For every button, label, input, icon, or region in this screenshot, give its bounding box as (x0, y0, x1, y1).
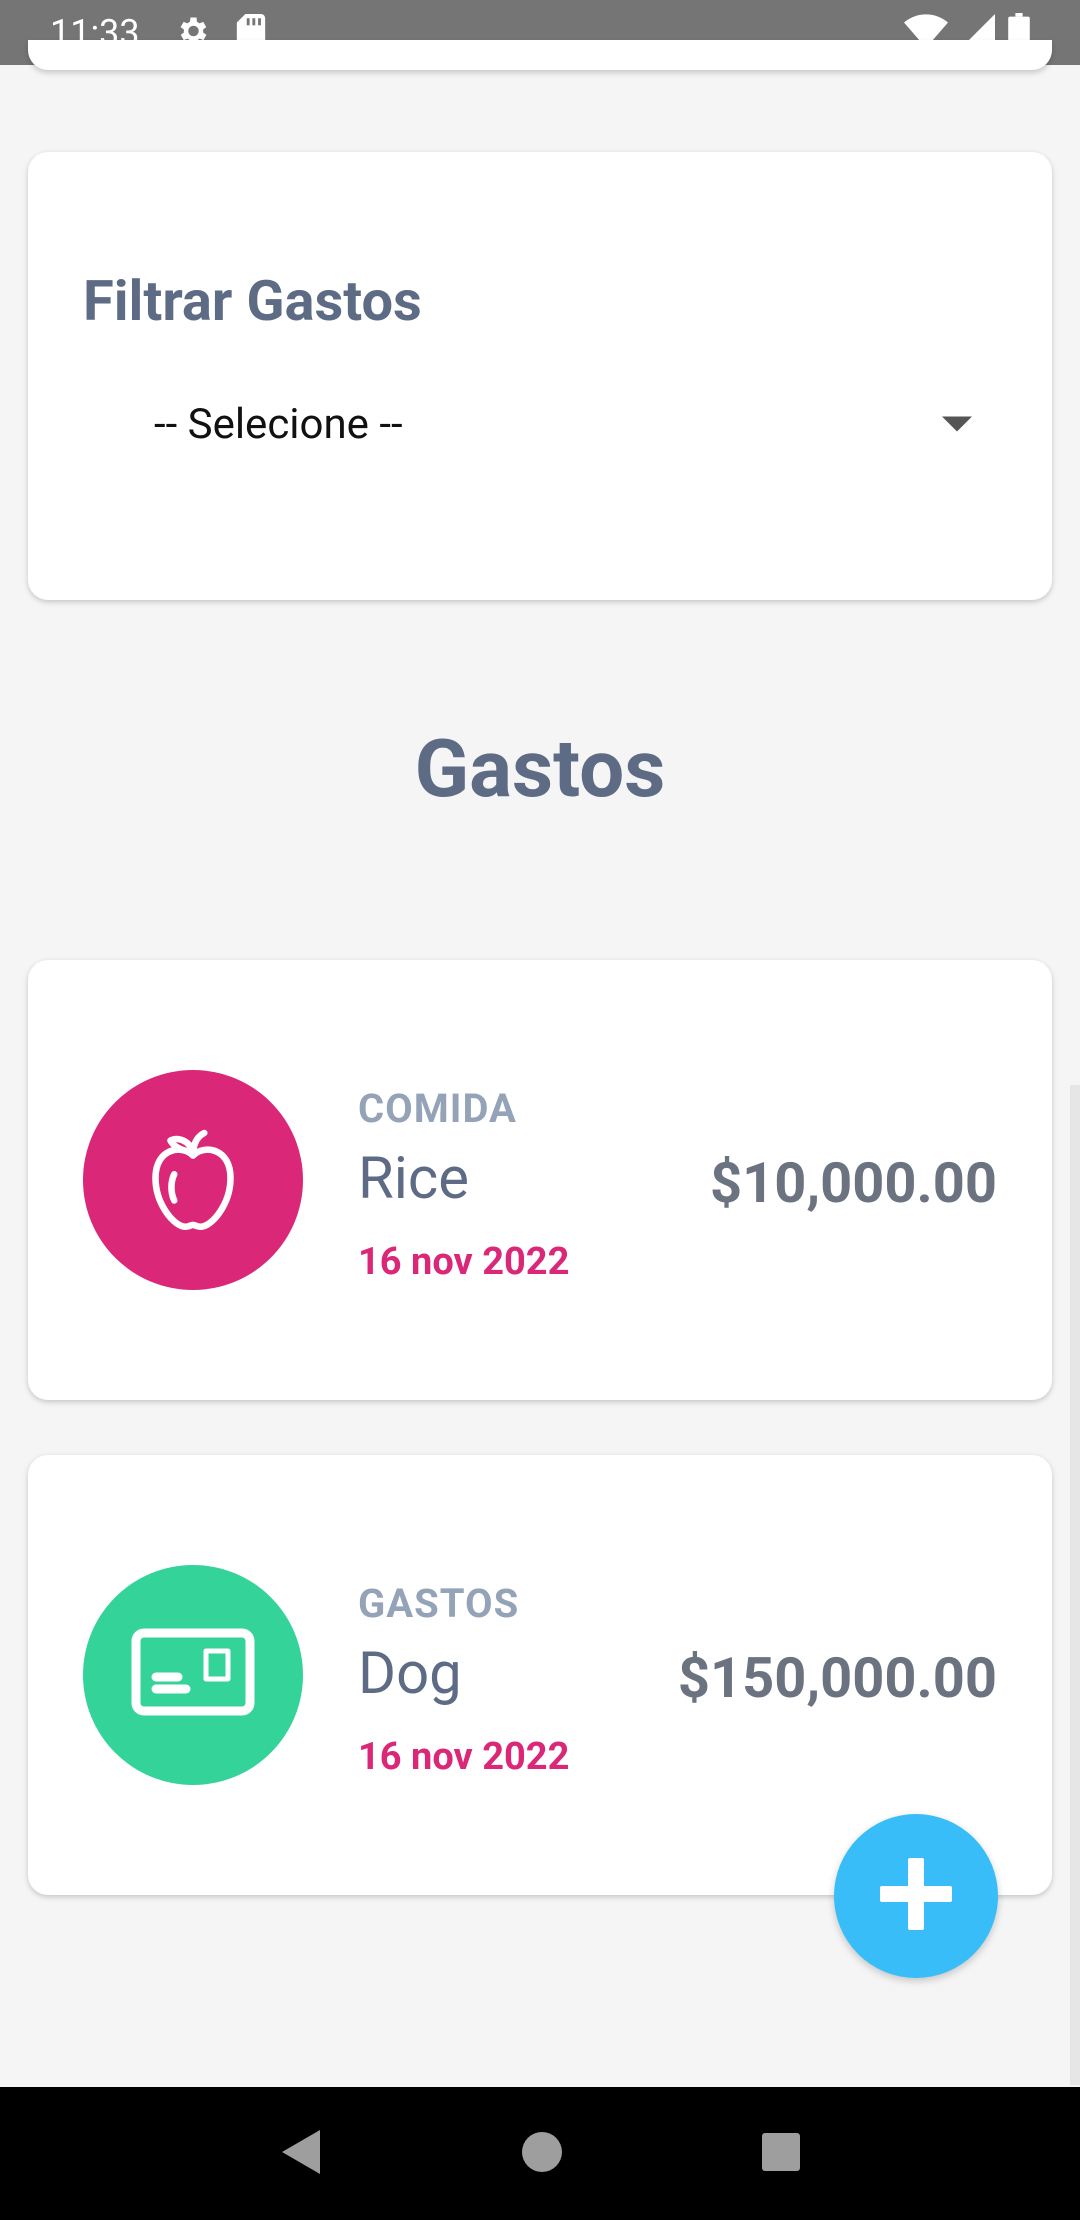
add-expense-button[interactable] (834, 1814, 998, 1978)
expense-date: 16 nov 2022 (358, 1735, 570, 1779)
dropdown-arrow-icon (942, 416, 972, 432)
expense-name: Dog (358, 1640, 462, 1708)
card-icon (128, 1623, 258, 1727)
expense-card[interactable]: COMIDA Rice 16 nov 2022 $10,000.00 (28, 960, 1052, 1400)
filter-title: Filtrar Gastos (83, 268, 422, 334)
scrollbar[interactable] (1070, 1085, 1080, 2085)
expense-icon-circle (83, 1070, 303, 1290)
expense-date: 16 nov 2022 (358, 1240, 570, 1284)
expense-amount: $150,000.00 (677, 1645, 997, 1711)
expense-name: Rice (358, 1145, 469, 1213)
apple-icon (133, 1118, 253, 1242)
navigation-bar (0, 2087, 1080, 2220)
filter-select-value: -- Selecione -- (154, 399, 403, 449)
filter-card: Filtrar Gastos -- Selecione -- (28, 152, 1052, 600)
plus-icon (876, 1854, 956, 1938)
expense-icon-circle (83, 1565, 303, 1785)
filter-select[interactable]: -- Selecione -- (108, 384, 1008, 464)
recents-icon[interactable] (760, 2131, 802, 2177)
back-icon[interactable] (278, 2126, 324, 2182)
screen: 11:33 Filtrar Gastos -- Selecione -- Gas… (0, 0, 1080, 2220)
expense-category: COMIDA (358, 1085, 517, 1132)
expense-amount: $10,000.00 (709, 1150, 997, 1216)
previous-card-edge (28, 40, 1052, 70)
expense-category: GASTOS (358, 1580, 520, 1627)
section-title: Gastos (414, 722, 666, 816)
home-icon[interactable] (520, 2130, 564, 2178)
